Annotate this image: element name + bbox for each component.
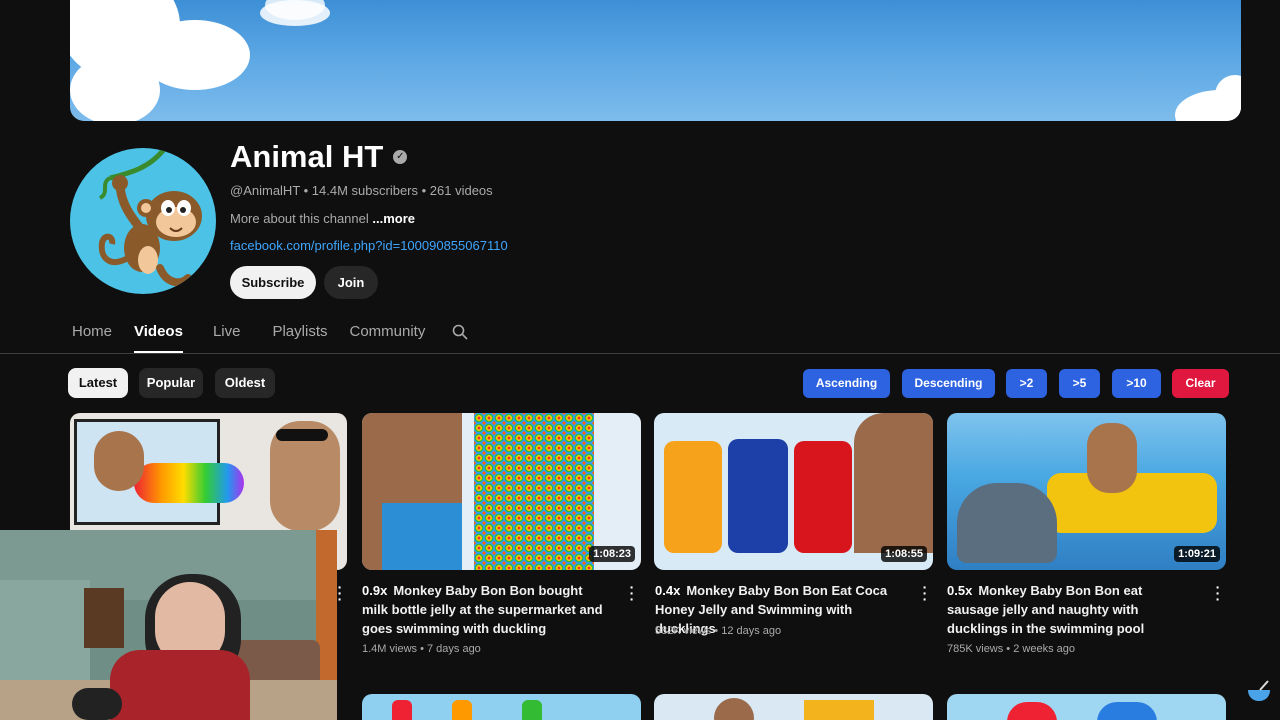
video-title[interactable]: 0.9x Monkey Baby Bon Bon bought milk bott… — [362, 581, 612, 638]
webcam-overlay — [0, 530, 337, 720]
channel-avatar[interactable] — [70, 148, 216, 294]
video-meta: 785K views • 2 weeks ago — [947, 643, 1075, 655]
video-thumbnail[interactable]: 1:08:55 — [654, 413, 933, 570]
verified-icon: ✓ — [393, 150, 408, 164]
channel-about-text: More about this channel — [230, 211, 369, 226]
chip-latest[interactable]: Latest — [68, 368, 128, 398]
video-title-text: Monkey Baby Bon Bon bought milk bottle j… — [362, 583, 603, 636]
filter-ascending-button[interactable]: Ascending — [803, 369, 890, 398]
video-duration: 1:08:55 — [881, 546, 927, 562]
video-thumbnail[interactable]: 1:09:21 — [947, 413, 1226, 570]
more-options-icon[interactable]: · · · — [627, 580, 637, 606]
channel-tabs: Home Videos Live Playlists Community — [72, 322, 447, 353]
tab-live[interactable]: Live — [213, 322, 241, 353]
filter-clear-button[interactable]: Clear — [1172, 369, 1229, 398]
filter-gt2-button[interactable]: >2 — [1006, 369, 1047, 398]
video-speed: 0.4x — [655, 583, 681, 598]
video-thumbnail[interactable] — [362, 694, 641, 720]
subscribe-button[interactable]: Subscribe — [230, 266, 316, 299]
video-thumbnail[interactable] — [654, 694, 933, 720]
bowl-icon — [1248, 680, 1270, 701]
more-options-icon[interactable]: · · · — [1213, 580, 1223, 606]
video-meta: 582K views • 12 days ago — [655, 625, 782, 637]
channel-about-more[interactable]: ...more — [372, 211, 415, 226]
monkey-logo-icon — [98, 148, 202, 287]
channel-link[interactable]: facebook.com/profile.php?id=100090855067… — [230, 238, 508, 253]
tab-community[interactable]: Community — [349, 322, 425, 353]
chip-oldest[interactable]: Oldest — [215, 368, 275, 398]
video-speed: 0.5x — [947, 583, 973, 598]
video-title[interactable]: 0.5x Monkey Baby Bon Bon eat sausage jell… — [947, 581, 1197, 638]
search-icon[interactable] — [452, 324, 468, 340]
video-duration: 1:09:21 — [1174, 546, 1220, 562]
filter-gt10-button[interactable]: >10 — [1112, 369, 1161, 398]
tabs-divider — [0, 353, 1280, 354]
channel-meta: @AnimalHT • 14.4M subscribers • 261 vide… — [230, 183, 493, 198]
filter-descending-button[interactable]: Descending — [902, 369, 995, 398]
channel-name-text: Animal HT — [230, 139, 384, 174]
tab-videos[interactable]: Videos — [134, 322, 183, 353]
more-options-icon[interactable]: · · · — [920, 580, 930, 606]
video-thumbnail[interactable]: 1:08:23 — [362, 413, 641, 570]
video-title-text: Monkey Baby Bon Bon eat sausage jelly an… — [947, 583, 1145, 636]
join-button[interactable]: Join — [324, 266, 378, 299]
channel-about[interactable]: More about this channel ...more — [230, 211, 415, 226]
video-thumbnail[interactable] — [947, 694, 1226, 720]
tab-playlists[interactable]: Playlists — [272, 322, 327, 353]
tab-home[interactable]: Home — [72, 322, 112, 353]
video-duration: 1:08:23 — [589, 546, 635, 562]
video-speed: 0.9x — [362, 583, 388, 598]
video-meta: 1.4M views • 7 days ago — [362, 643, 481, 655]
filter-gt5-button[interactable]: >5 — [1059, 369, 1100, 398]
chip-popular[interactable]: Popular — [139, 368, 203, 398]
channel-banner — [70, 0, 1241, 121]
channel-name: Animal HT ✓ — [230, 139, 408, 175]
